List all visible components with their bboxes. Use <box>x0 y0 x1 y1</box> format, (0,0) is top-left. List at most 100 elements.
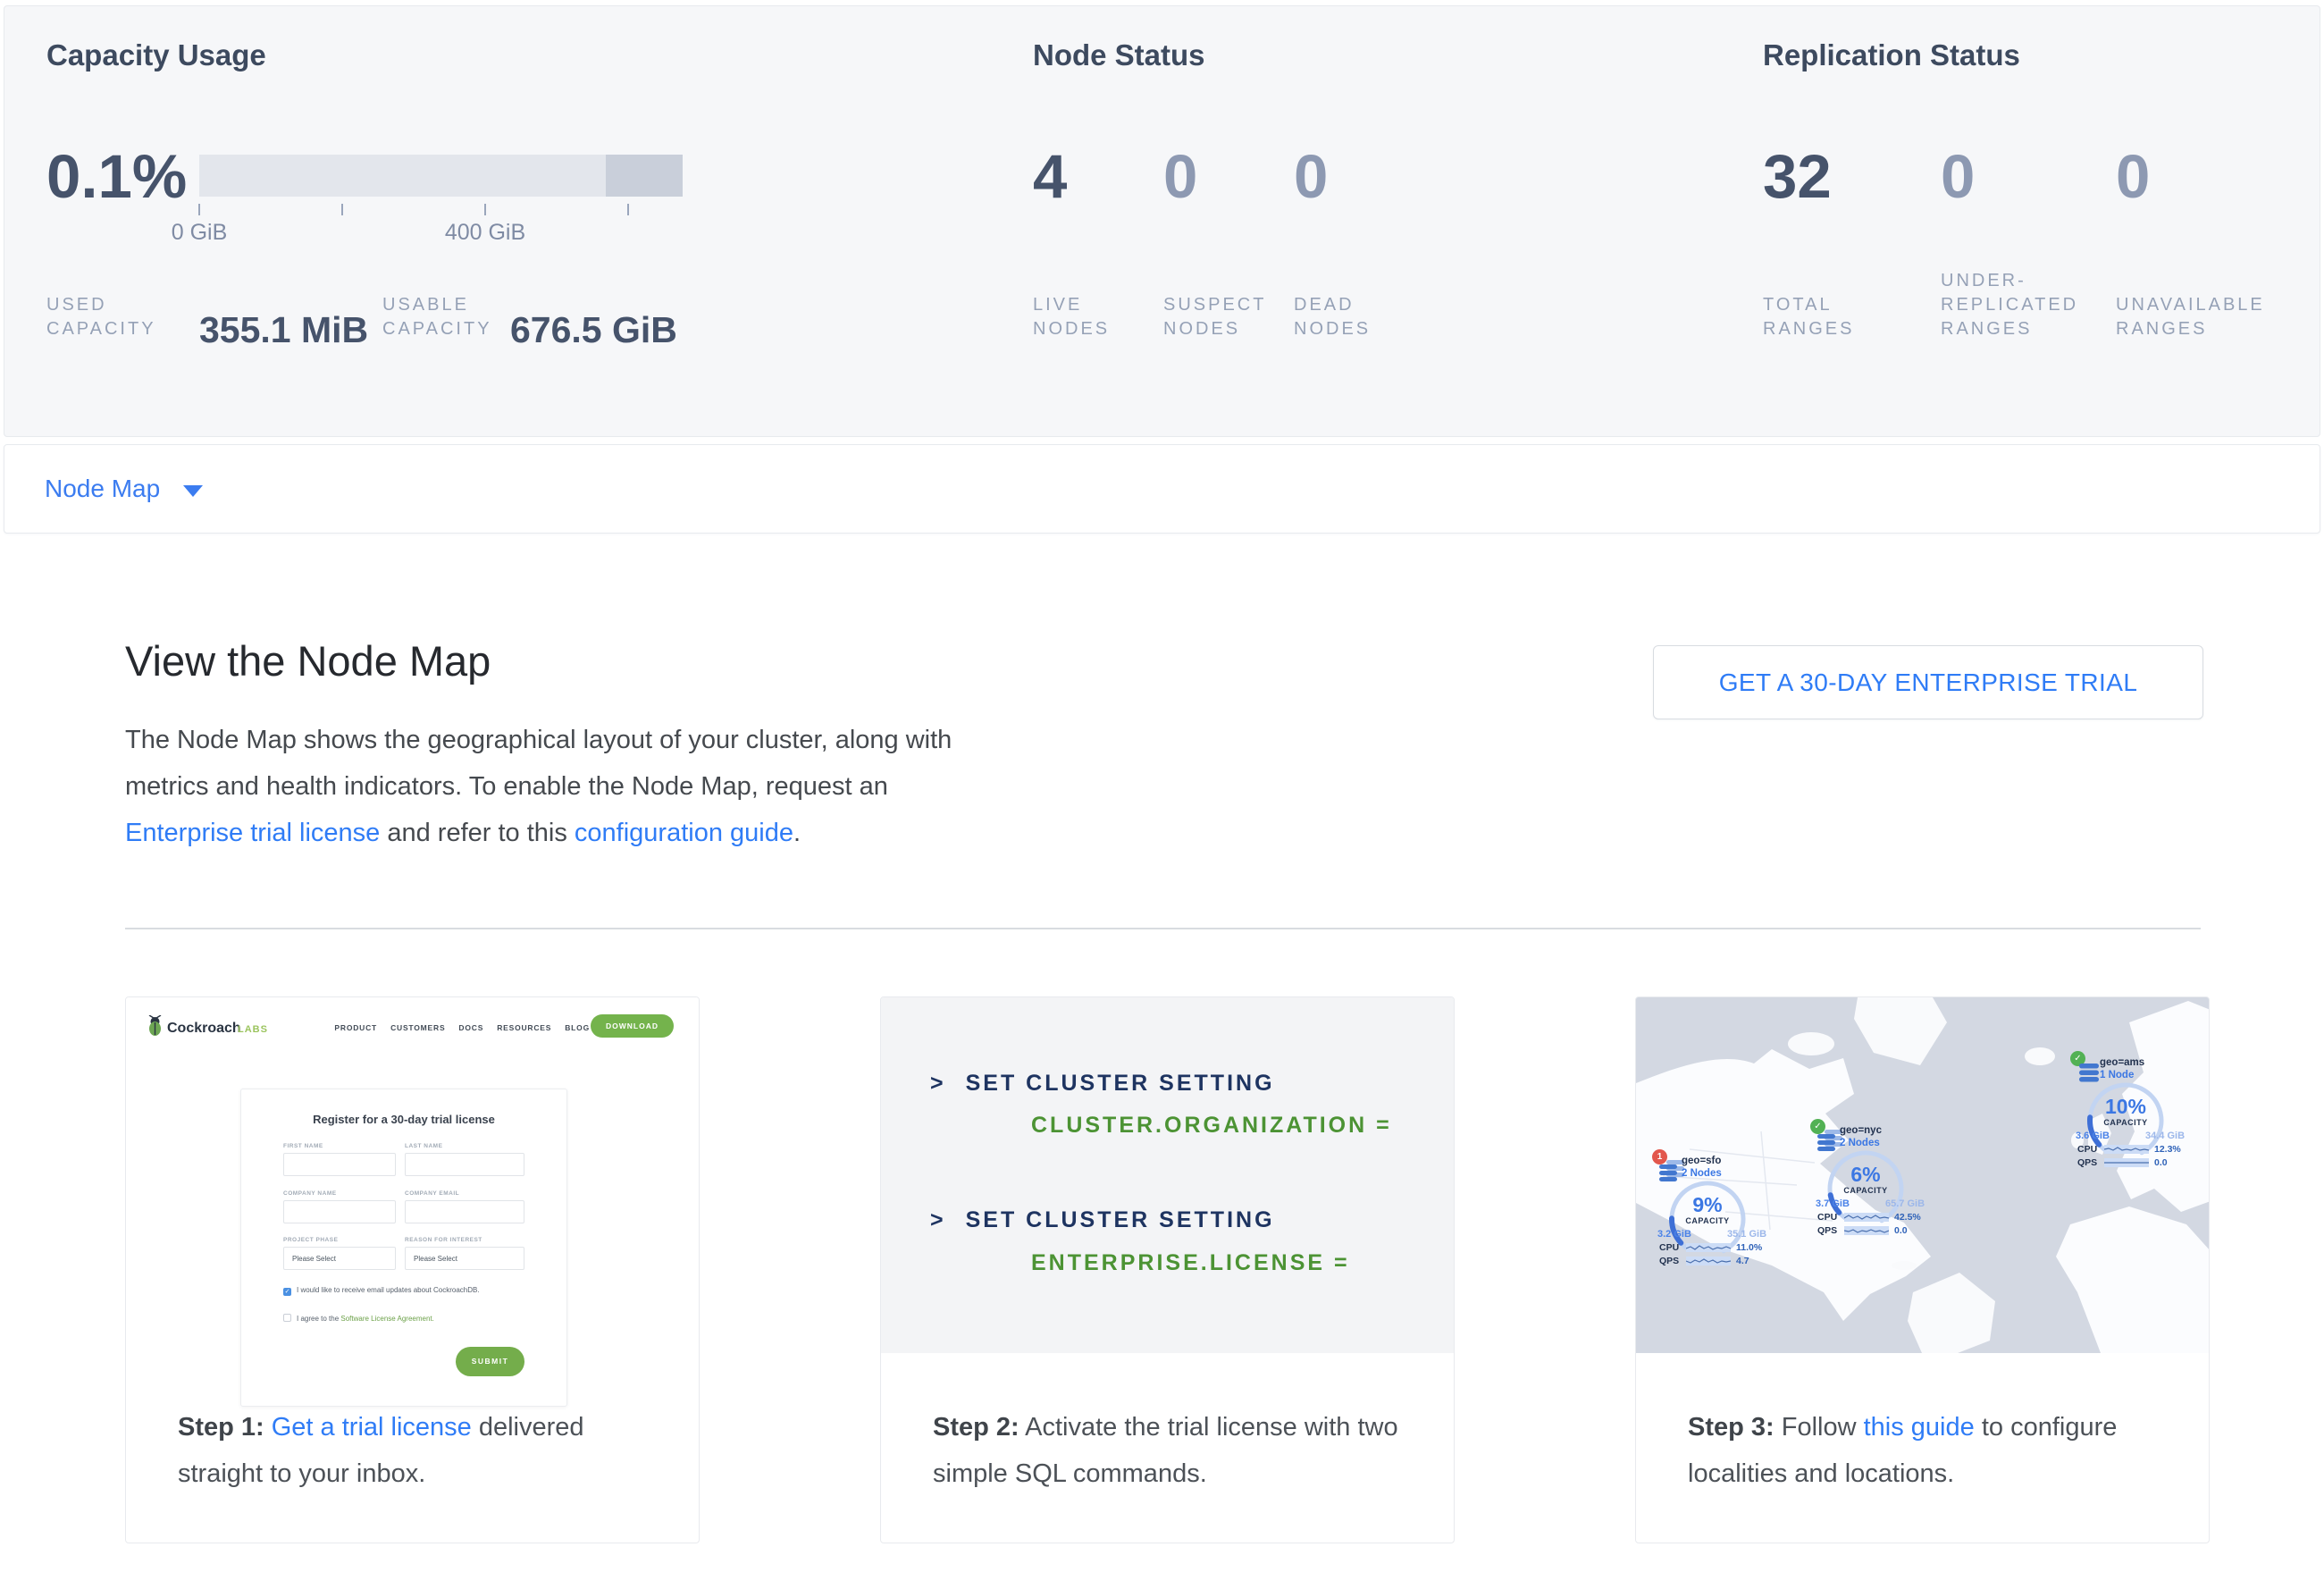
capacity-axis-label-400: 400 GiB <box>432 220 539 246</box>
qps-label: QPS <box>1817 1225 1837 1236</box>
step3-label: Step 3: <box>1688 1413 1774 1442</box>
configuration-guide-link[interactable]: configuration guide <box>575 819 793 847</box>
cluster-widget-nyc: ✓ geo=nyc 2 Nodes 6% CAPACITY 3.7 GiB 65… <box>1810 1119 1944 1240</box>
step1-card: Cockroach LABS PRODUCT CUSTOMERS DOCS RE… <box>125 996 700 1543</box>
section-divider <box>125 928 2201 929</box>
get-enterprise-trial-button[interactable]: GET A 30-DAY ENTERPRISE TRIAL <box>1653 645 2203 719</box>
page-title: View the Node Map <box>125 636 491 685</box>
capacity-percent: 10% <box>2085 1095 2167 1119</box>
step2-caption: Step 2: Activate the trial license with … <box>933 1404 1415 1497</box>
capacity-axis-tick <box>484 204 486 215</box>
mini-nav-product: PRODUCT <box>334 1023 377 1032</box>
cpu-sparkline <box>2104 1145 2149 1154</box>
node-status-title: Node Status <box>1033 38 1205 72</box>
capacity-bar-chart <box>199 155 683 197</box>
mini-company-email-label: COMPANY EMAIL <box>405 1190 459 1197</box>
qps-value: 0.0 <box>2154 1157 2168 1168</box>
mini-first-name-input <box>283 1153 396 1176</box>
live-nodes-value: 4 <box>1033 146 1067 207</box>
node-map-dropdown[interactable]: Node Map <box>45 475 160 503</box>
mini-email-updates-checkbox-row: ✓I would like to receive email updates a… <box>283 1286 480 1296</box>
enterprise-trial-license-link[interactable]: Enterprise trial license <box>125 819 380 847</box>
under-replicated-ranges-value: 0 <box>1941 146 1975 207</box>
qps-value: 4.7 <box>1736 1256 1749 1266</box>
mini-agree-text: I agree to the <box>297 1315 340 1323</box>
total-ranges-value: 32 <box>1763 146 1832 207</box>
sql-set-cluster-setting-1: SET CLUSTER SETTING <box>966 1071 1275 1096</box>
description-text: The Node Map shows the geographical layo… <box>125 726 952 801</box>
sql-cluster-organization: CLUSTER.ORGANIZATION = <box>1031 1113 1392 1139</box>
step2-label: Step 2: <box>933 1413 1019 1442</box>
chevron-down-icon[interactable] <box>183 485 203 497</box>
cluster-summary-strip: Capacity Usage 0.1% 0 GiB 400 GiB USED C… <box>4 5 2320 437</box>
mini-reason-label: REASON FOR INTEREST <box>405 1237 482 1243</box>
sql-prompt: > <box>930 1207 946 1232</box>
capacity-min: 3.2 GiB <box>1657 1229 1691 1240</box>
step1-caption: Step 1: Get a trial license delivered st… <box>178 1404 660 1497</box>
step3-card: 1 geo=sfo 2 Nodes 9% CAPACITY 3.2 GiB 35… <box>1635 996 2210 1543</box>
cluster-locality: geo=sfo <box>1682 1156 1721 1166</box>
qps-sparkline <box>1844 1226 1889 1235</box>
cluster-widget-ams: ✓ geo=ams 1 Node 10% CAPACITY 3.6 GiB 34… <box>2070 1051 2204 1172</box>
suspect-nodes-label: SUSPECT NODES <box>1163 293 1279 341</box>
suspect-nodes-value: 0 <box>1163 146 1197 207</box>
capacity-axis-tick <box>341 204 343 215</box>
mini-nav: PRODUCT CUSTOMERS DOCS RESOURCES BLOG <box>334 1023 590 1032</box>
step3-caption: Step 3: Follow this guide to configure l… <box>1688 1404 2170 1497</box>
sql-code-block: > SET CLUSTER SETTING CLUSTER.ORGANIZATIO… <box>881 997 1454 1353</box>
mini-download-button: DOWNLOAD <box>591 1014 674 1038</box>
this-guide-link[interactable]: this guide <box>1864 1413 1975 1442</box>
cockroach-logo-icon <box>147 1015 163 1037</box>
mini-nav-docs: DOCS <box>458 1023 483 1032</box>
under-replicated-ranges-label: UNDER-REPLICATED RANGES <box>1941 269 2106 341</box>
qps-label: QPS <box>2077 1157 2097 1168</box>
register-form-screenshot: Cockroach LABS PRODUCT CUSTOMERS DOCS RE… <box>126 997 699 1404</box>
mini-company-name-label: COMPANY NAME <box>283 1190 337 1197</box>
get-trial-license-link[interactable]: Get a trial license <box>272 1413 472 1442</box>
capacity-max: 35.1 GiB <box>1727 1229 1766 1240</box>
capacity-used-percent: 0.1% <box>46 146 187 207</box>
sql-set-cluster-setting-2: SET CLUSTER SETTING <box>966 1207 1275 1232</box>
caption-text <box>264 1413 272 1442</box>
mini-license-agreement-checkbox-row: I agree to the Software License Agreemen… <box>283 1314 434 1323</box>
mini-project-phase-label: PROJECT PHASE <box>283 1237 338 1243</box>
capacity-caption: CAPACITY <box>2085 1118 2167 1127</box>
dead-nodes-value: 0 <box>1294 146 1328 207</box>
checked-checkbox-icon: ✓ <box>283 1288 291 1296</box>
cluster-widget-sfo: 1 geo=sfo 2 Nodes 9% CAPACITY 3.2 GiB 35… <box>1652 1149 1786 1270</box>
used-capacity-label: USED CAPACITY <box>46 293 167 341</box>
mini-reason-select: Please Select <box>405 1247 524 1270</box>
mini-submit-button: SUBMIT <box>456 1347 524 1376</box>
usable-capacity-label: USABLE CAPACITY <box>382 293 503 341</box>
mini-last-name-input <box>405 1153 524 1176</box>
mini-company-name-input <box>283 1200 396 1223</box>
description-text: and refer to this <box>380 819 575 847</box>
capacity-axis-tick <box>198 204 200 215</box>
capacity-min: 3.6 GiB <box>2076 1131 2110 1141</box>
unavailable-ranges-label: UNAVAILABLE RANGES <box>2116 293 2290 341</box>
cluster-locality: geo=ams <box>2100 1057 2144 1068</box>
mini-nav-blog: BLOG <box>565 1023 590 1032</box>
qps-sparkline <box>1686 1257 1731 1265</box>
capacity-percent: 6% <box>1825 1163 1907 1187</box>
capacity-min: 3.7 GiB <box>1816 1198 1850 1209</box>
used-capacity-value: 355.1 MiB <box>199 309 368 351</box>
empty-checkbox-icon <box>283 1314 291 1322</box>
mini-form-title: Register for a 30-day trial license <box>241 1113 566 1126</box>
total-ranges-label: TOTAL RANGES <box>1763 293 1875 341</box>
capacity-caption: CAPACITY <box>1666 1216 1749 1225</box>
sql-enterprise-license: ENTERPRISE.LICENSE = <box>1031 1250 1350 1276</box>
cpu-value: 42.5% <box>1894 1212 1921 1223</box>
unavailable-ranges-value: 0 <box>2116 146 2150 207</box>
cpu-label: CPU <box>1659 1242 1679 1253</box>
step1-label: Step 1: <box>178 1413 264 1442</box>
mini-first-name-label: FIRST NAME <box>283 1143 323 1149</box>
usable-capacity-value: 676.5 GiB <box>510 309 677 351</box>
dead-nodes-label: DEAD NODES <box>1294 293 1401 341</box>
replication-status-title: Replication Status <box>1763 38 2020 72</box>
node-map-preview-image: 1 geo=sfo 2 Nodes 9% CAPACITY 3.2 GiB 35… <box>1636 997 2209 1353</box>
mini-logo-labs: LABS <box>238 1024 268 1035</box>
mini-nav-customers: CUSTOMERS <box>390 1023 445 1032</box>
capacity-percent: 9% <box>1666 1193 1749 1217</box>
mini-company-email-input <box>405 1200 524 1223</box>
